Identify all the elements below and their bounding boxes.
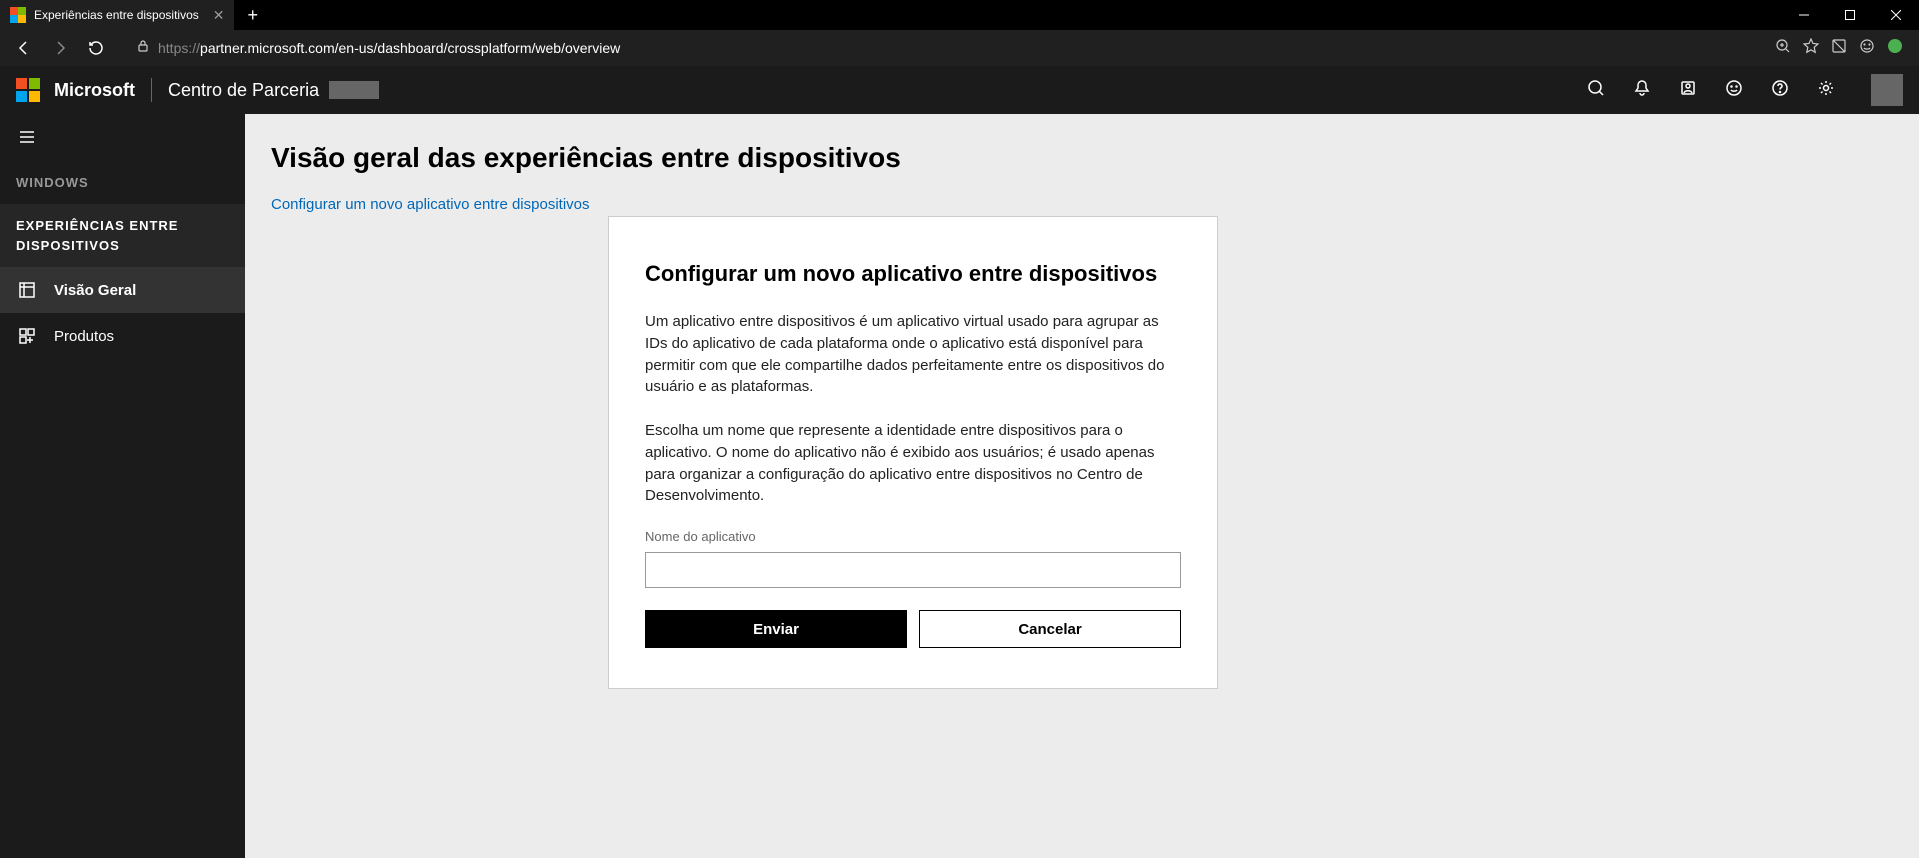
- nav-back-button[interactable]: [8, 32, 40, 64]
- app-header: Microsoft Centro de Parceria: [0, 66, 1919, 114]
- configure-app-modal: Configurar um novo aplicativo entre disp…: [608, 216, 1218, 689]
- search-icon[interactable]: [1587, 79, 1605, 102]
- cancel-button[interactable]: Cancelar: [919, 610, 1181, 648]
- new-tab-button[interactable]: +: [247, 5, 258, 26]
- sidebar-item-products[interactable]: Produtos: [0, 313, 245, 359]
- app-name-field[interactable]: [645, 552, 1181, 588]
- sidebar-item-overview[interactable]: Visão Geral: [0, 267, 245, 313]
- window-maximize-button[interactable]: [1827, 0, 1873, 30]
- favorite-icon[interactable]: [1803, 38, 1819, 59]
- browser-address-bar: https://partner.microsoft.com/en-us/dash…: [0, 30, 1919, 66]
- window-minimize-button[interactable]: [1781, 0, 1827, 30]
- sidebar-item-label: Visão Geral: [54, 282, 136, 299]
- smiley-icon[interactable]: [1725, 79, 1743, 102]
- window-titlebar: Experiências entre dispositivos ✕ +: [0, 0, 1919, 30]
- sidebar-item-label: Produtos: [54, 328, 114, 345]
- help-icon[interactable]: [1771, 79, 1789, 102]
- nav-refresh-button[interactable]: [80, 32, 112, 64]
- lock-icon[interactable]: [136, 39, 150, 58]
- modal-paragraph: Um aplicativo entre dispositivos é um ap…: [645, 311, 1181, 398]
- tab-title: Experiências entre dispositivos: [34, 8, 199, 22]
- feedback-icon[interactable]: [1859, 38, 1875, 59]
- modal-paragraph: Escolha um nome que represente a identid…: [645, 420, 1181, 507]
- page-title: Visão geral das experiências entre dispo…: [271, 142, 1893, 174]
- tracker-icon[interactable]: [1831, 38, 1847, 59]
- overview-icon: [18, 281, 36, 299]
- sidebar-section-label: WINDOWS: [0, 165, 245, 204]
- modal-title: Configurar um novo aplicativo entre disp…: [645, 261, 1181, 287]
- microsoft-favicon-icon: [10, 7, 26, 23]
- sidebar: WINDOWS EXPERIÊNCIAS ENTRE DISPOSITIVOS …: [0, 114, 245, 858]
- app-name-label: Centro de Parceria: [168, 80, 319, 101]
- microsoft-logo-icon: [16, 78, 40, 102]
- zoom-icon[interactable]: [1775, 38, 1791, 59]
- configure-new-app-link[interactable]: Configurar um novo aplicativo entre disp…: [271, 196, 590, 213]
- tab-close-button[interactable]: ✕: [213, 7, 225, 24]
- submit-button[interactable]: Enviar: [645, 610, 907, 648]
- notifications-icon[interactable]: [1633, 79, 1651, 102]
- products-icon: [18, 327, 36, 345]
- window-close-button[interactable]: [1873, 0, 1919, 30]
- company-icon[interactable]: [1679, 79, 1697, 102]
- field-label: Nome do aplicativo: [645, 529, 1181, 544]
- profile-badge-icon[interactable]: [1887, 38, 1903, 59]
- sidebar-section-title[interactable]: EXPERIÊNCIAS ENTRE DISPOSITIVOS: [0, 204, 245, 267]
- nav-forward-button[interactable]: [44, 32, 76, 64]
- redacted-block: [329, 81, 379, 99]
- hamburger-button[interactable]: [0, 114, 245, 165]
- url-text[interactable]: https://partner.microsoft.com/en-us/dash…: [158, 40, 1771, 56]
- header-divider: [151, 78, 152, 102]
- browser-tab[interactable]: Experiências entre dispositivos ✕: [0, 0, 235, 30]
- brand-label: Microsoft: [54, 80, 135, 101]
- avatar[interactable]: [1871, 74, 1903, 106]
- gear-icon[interactable]: [1817, 79, 1835, 102]
- window-controls: [1781, 0, 1919, 30]
